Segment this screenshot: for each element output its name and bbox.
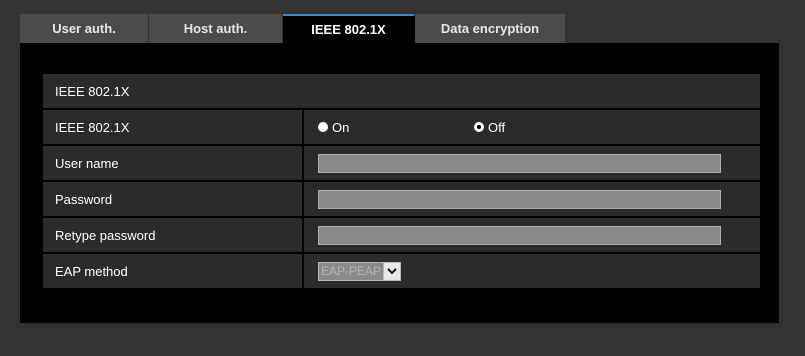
eap-method-selected: EAP-PEAP: [321, 264, 382, 278]
username-input[interactable]: [318, 153, 721, 173]
radio-off[interactable]: Off: [474, 120, 505, 135]
ieee-radio-group: On Off: [318, 120, 505, 135]
radio-on-label: On: [332, 119, 350, 135]
content-panel: IEEE 802.1X IEEE 802.1X On Off User name…: [20, 43, 779, 323]
password-input[interactable]: [318, 189, 721, 209]
ieee-row: IEEE 802.1X On Off: [43, 110, 760, 144]
ieee-value: On Off: [304, 110, 760, 144]
tab-bar: User auth. Host auth. IEEE 802.1X Data e…: [20, 14, 566, 43]
password-label: Password: [43, 182, 302, 216]
ieee-label: IEEE 802.1X: [43, 110, 302, 144]
section-header: IEEE 802.1X: [43, 74, 760, 108]
eap-method-select[interactable]: EAP-PEAP: [318, 261, 402, 281]
tab-host-auth[interactable]: Host auth.: [149, 14, 283, 43]
username-label: User name: [43, 146, 302, 180]
username-value: [304, 146, 760, 180]
section-title: IEEE 802.1X: [55, 83, 130, 99]
tab-ieee-802-1x[interactable]: IEEE 802.1X: [283, 14, 415, 43]
settings-page: User auth. Host auth. IEEE 802.1X Data e…: [0, 0, 805, 356]
chevron-down-icon[interactable]: [383, 262, 401, 280]
settings-table: IEEE 802.1X IEEE 802.1X On Off User name…: [43, 74, 760, 290]
password-value: [304, 182, 760, 216]
tab-data-encryption[interactable]: Data encryption: [415, 14, 566, 43]
retype-password-input[interactable]: [318, 225, 721, 245]
radio-on-icon[interactable]: [318, 122, 328, 132]
eap-method-value: EAP-PEAP: [304, 254, 760, 288]
radio-off-icon[interactable]: [474, 122, 484, 132]
tab-user-auth[interactable]: User auth.: [20, 14, 149, 43]
password-row: Password: [43, 182, 760, 216]
eap-method-row: EAP method EAP-PEAP: [43, 254, 760, 288]
radio-on[interactable]: On: [318, 120, 474, 135]
retype-password-value: [304, 218, 760, 252]
username-row: User name: [43, 146, 760, 180]
retype-password-row: Retype password: [43, 218, 760, 252]
retype-password-label: Retype password: [43, 218, 302, 252]
radio-off-label: Off: [488, 119, 506, 135]
eap-method-label: EAP method: [43, 254, 302, 288]
